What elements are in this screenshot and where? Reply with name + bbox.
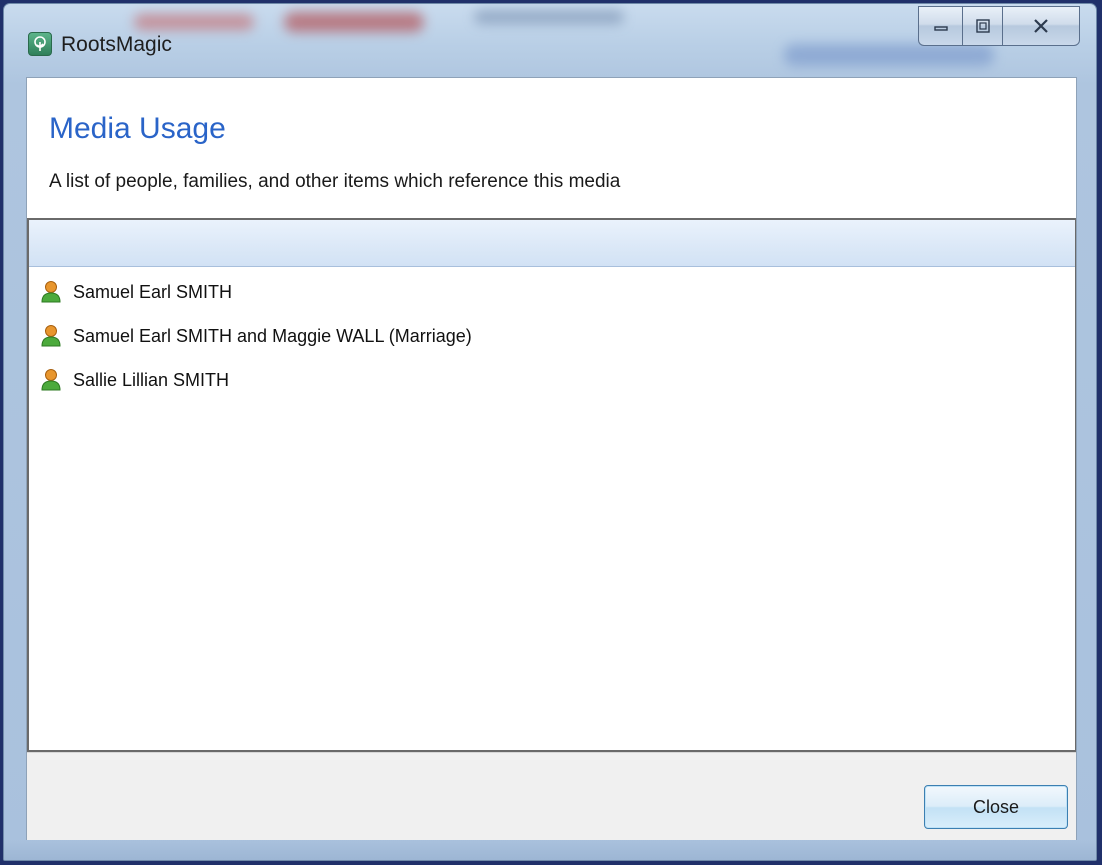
dialog-client-area: Media Usage A list of people, families, … [26,77,1077,845]
glass-reflection [134,14,254,30]
maximize-button[interactable] [962,6,1002,46]
dialog-title: Media Usage [49,112,226,145]
window-bottom-border [4,840,1096,860]
rootsmagic-tree-icon [28,32,52,56]
glass-reflection [784,44,994,66]
person-icon [41,325,61,347]
list-item-label: Samuel Earl SMITH and Maggie WALL (Marri… [73,326,472,346]
dialog-header: Media Usage A list of people, families, … [27,78,1076,218]
list-item-label: Sallie Lillian SMITH [73,370,230,390]
desktop-background: RootsMagic Media Usage A list of people,… [0,0,1102,865]
minimize-icon [933,26,948,31]
list-item[interactable]: Samuel Earl SMITH [29,270,1075,314]
list-column-header[interactable] [29,220,1075,267]
list-item[interactable]: Sallie Lillian SMITH [29,358,1075,402]
glass-reflection [474,10,624,24]
glass-reflection [284,12,424,32]
media-usage-window: RootsMagic Media Usage A list of people,… [3,3,1097,861]
dialog-footer: Close [27,752,1076,844]
close-icon [1034,19,1048,33]
close-window-button[interactable] [1002,6,1080,46]
person-icon [41,281,61,303]
dialog-subtitle: A list of people, families, and other it… [49,171,621,192]
person-icon [41,369,61,391]
caption-buttons [918,6,1080,46]
close-button[interactable]: Close [924,785,1068,829]
maximize-icon [975,19,990,33]
minimize-button[interactable] [918,6,962,46]
window-title: RootsMagic [61,33,172,56]
list-item[interactable]: Samuel Earl SMITH and Maggie WALL (Marri… [29,314,1075,358]
title-bar[interactable]: RootsMagic [4,4,1096,80]
media-usage-list[interactable]: Samuel Earl SMITH Samuel Earl SMITH and … [27,218,1076,752]
list-item-label: Samuel Earl SMITH [73,282,233,302]
